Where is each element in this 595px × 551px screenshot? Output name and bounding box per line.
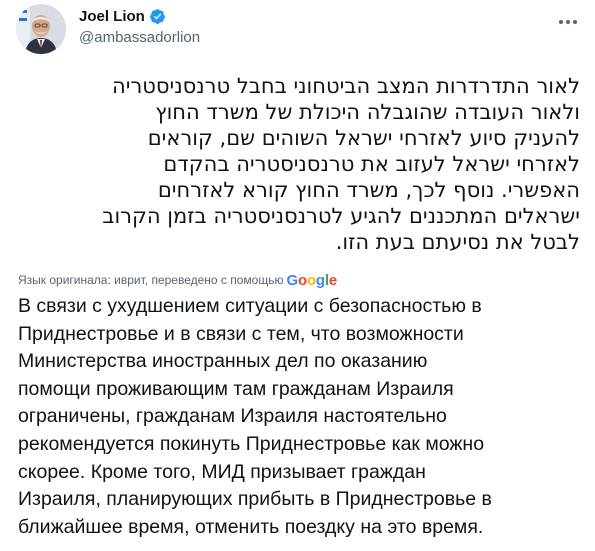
translation-attribution: Язык оригинала: иврит, переведено с помо…: [18, 270, 337, 290]
avatar[interactable]: [16, 4, 66, 54]
avatar-photo: [16, 4, 66, 54]
tweet-translated-text: В связи с ухудшением ситуации с безопасн…: [18, 295, 492, 538]
verified-badge-icon: [149, 9, 165, 24]
author-display-name[interactable]: Joel Lion: [79, 8, 145, 25]
more-options-icon[interactable]: [556, 10, 580, 34]
author-name-row[interactable]: Joel Lion: [79, 8, 166, 25]
author-handle[interactable]: @ambassadorlion: [79, 29, 200, 46]
tweet: Joel Lion @ambassadorlion לאור התדרדרות …: [0, 0, 595, 551]
google-logo: Google: [286, 271, 337, 289]
translation-note: Язык оригинала: иврит, переведено с помо…: [18, 273, 284, 287]
tweet-original-text: לאור התדרדרות המצב הביטחוני בחבל טרנסניס…: [102, 74, 580, 254]
